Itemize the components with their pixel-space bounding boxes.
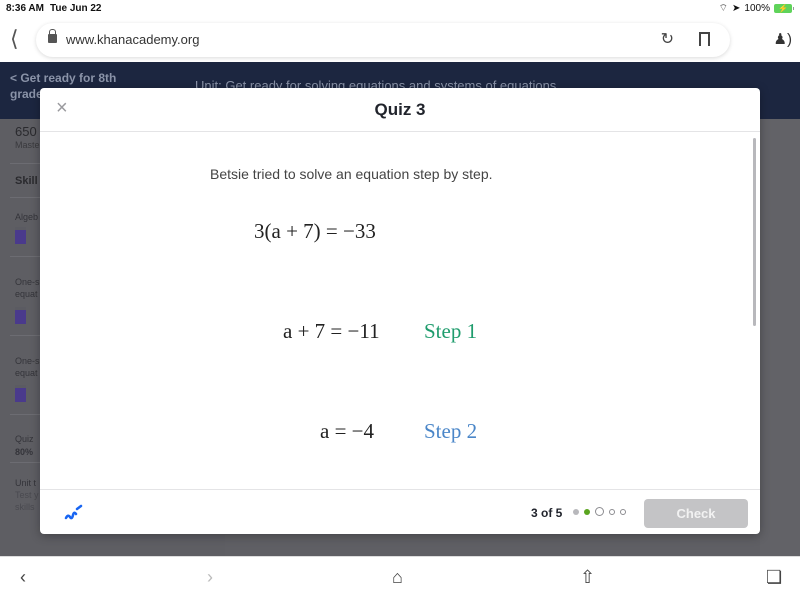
progress-dot-current (595, 507, 604, 516)
sidebar-item[interactable]: Unit t (15, 477, 36, 489)
progress-dot-correct (584, 508, 590, 515)
quiz-score: 80% (15, 447, 34, 457)
progress-dot-pending (609, 508, 615, 515)
skill-progress-bar (15, 227, 26, 244)
location-icon: ➤ (732, 3, 741, 14)
sidebar-item-sub: Test y skills (15, 490, 39, 512)
forward-button[interactable]: › (207, 567, 213, 588)
browser-bottom-bar: ‹ › ⌂ ⇧ ❏ (0, 556, 800, 601)
share-icon[interactable]: ⇧ (580, 567, 595, 588)
browser-toolbar: ⟨ www.khanacademy.org ↻ ♟) (0, 18, 800, 62)
scrollbar[interactable] (753, 138, 756, 326)
ios-status-bar: 8:36 AM Tue Jun 22 ⌔ ➤ 100% ⚡ (0, 0, 800, 18)
calculator-icon[interactable] (64, 502, 84, 527)
battery-percent: 100% (744, 3, 770, 14)
tabs-icon[interactable]: ❏ (766, 567, 782, 588)
address-bar[interactable]: www.khanacademy.org ↻ (36, 23, 730, 57)
bookmark-icon[interactable] (699, 32, 710, 46)
battery-icon: ⚡ (774, 4, 794, 13)
quiz-modal: × Quiz 3 Betsie tried to solve an equati… (40, 88, 760, 534)
back-button[interactable]: ‹ (20, 567, 26, 588)
status-right: ⌔ ➤ 100% ⚡ (718, 2, 794, 15)
progress-dot-pending (620, 508, 626, 515)
equation-step-1: a + 7 = −11 (283, 319, 380, 343)
chevron-left-icon[interactable]: ⟨ (10, 26, 19, 52)
question-prompt: Betsie tried to solve an equation step b… (210, 166, 493, 182)
sidebar-heading: Skill (15, 175, 38, 187)
step-2-label[interactable]: Step 2 (424, 419, 477, 444)
question-area: Betsie tried to solve an equation step b… (40, 133, 760, 489)
sidebar-item[interactable]: Quiz (15, 433, 34, 445)
right-column (760, 119, 800, 556)
status-time: 8:36 AM (6, 3, 44, 14)
reload-icon[interactable]: ↻ (661, 29, 674, 49)
mastery-score: 650 (15, 124, 37, 139)
question-progress: 3 of 5 (531, 506, 563, 520)
profile-icon[interactable]: ♟) (774, 30, 792, 48)
home-icon[interactable]: ⌂ (392, 567, 403, 588)
equation-step-2: a = −4 (320, 419, 375, 443)
equation-original: 3(a + 7) = −33 (254, 219, 376, 243)
lock-icon (48, 29, 57, 43)
check-button[interactable]: Check (644, 499, 748, 528)
progress-dot-done (573, 508, 579, 515)
progress-dots (573, 507, 626, 516)
modal-header: × Quiz 3 (40, 88, 760, 132)
skill-progress-bar (15, 385, 26, 402)
modal-title: Quiz 3 (374, 100, 426, 119)
status-date: Tue Jun 22 (50, 3, 102, 14)
url-text[interactable]: www.khanacademy.org (66, 32, 199, 47)
wifi-icon: ⌔ (718, 3, 729, 14)
modal-footer: 3 of 5 Check (40, 489, 760, 534)
skill-progress-bar (15, 307, 26, 324)
step-1-label[interactable]: Step 1 (424, 319, 477, 344)
sidebar-item[interactable]: Algeb (15, 211, 38, 223)
